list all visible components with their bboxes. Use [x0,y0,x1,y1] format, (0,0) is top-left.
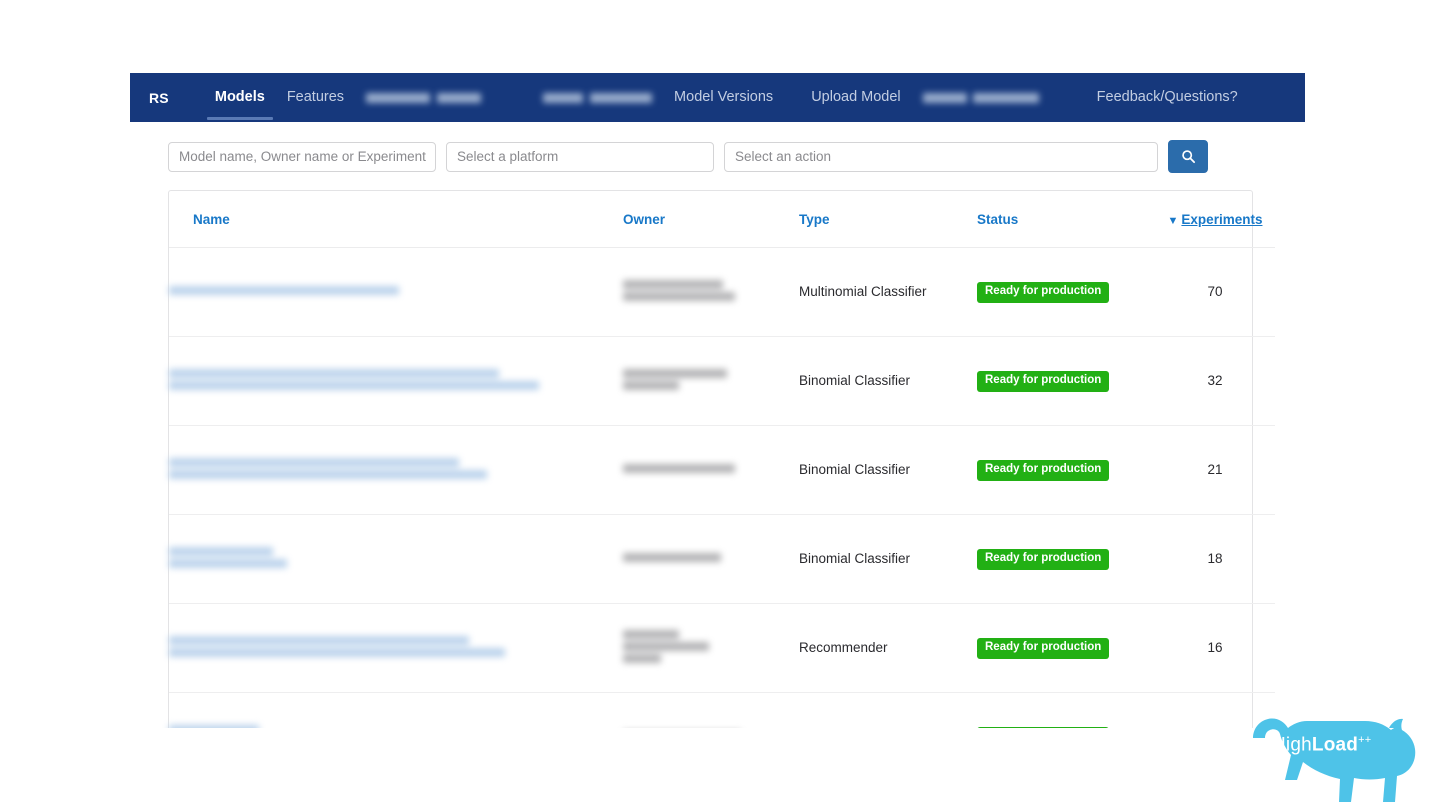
redacted-model-name [169,725,623,728]
models-table: Name Owner Type Status ▼ Experiments Mul… [169,191,1275,728]
logo-text-load: Load [1311,734,1359,756]
cell-model-name[interactable] [169,514,623,604]
redacted-label [543,92,584,103]
top-navigation-bar: RS Models Features Model Versions Upload… [130,73,1305,122]
status-badge: Ready for production [977,727,1110,728]
cell-owner [623,692,799,728]
table-header-row: Name Owner Type Status ▼ Experiments [169,191,1275,248]
redacted-label [972,92,1039,103]
table-header: Name Owner Type Status ▼ Experiments [169,191,1275,248]
table-row[interactable]: Binomial Classifier Ready for production… [169,425,1275,515]
table-row[interactable]: Recommender Ready for production 16 [169,603,1275,693]
column-header-experiments[interactable]: ▼ Experiments [1155,191,1275,248]
redacted-label [922,92,967,103]
nav-item-features[interactable]: Features [287,73,344,122]
table-row[interactable]: Binomial Classifier Ready for production… [169,514,1275,604]
redacted-model-name [169,369,623,390]
cell-model-name[interactable] [169,425,623,515]
redacted-model-name [169,458,623,479]
status-badge: Ready for production [977,371,1110,392]
nav-item-redacted-1[interactable] [366,73,482,122]
cell-owner [623,603,799,693]
column-header-name[interactable]: Name [169,191,623,248]
search-button[interactable] [1168,140,1208,173]
platform-select[interactable]: Select a platform [446,141,714,172]
redacted-label [437,92,482,103]
nav-item-redacted-3[interactable] [922,73,1039,122]
status-badge: Ready for production [977,638,1110,659]
cell-experiments[interactable]: 16 [1155,603,1275,693]
cell-owner [623,425,799,515]
redacted-owner [623,280,799,301]
search-icon [1181,149,1196,164]
highload-watermark: HighLoad++ [1239,712,1429,804]
cell-owner [623,336,799,426]
redacted-owner [623,553,799,562]
cell-type: Multinomial Classifier [799,247,977,337]
search-input[interactable]: Model name, Owner name or Experiment [168,141,436,172]
cell-status: Ready for production [977,425,1155,515]
cell-status: Ready for production [977,514,1155,604]
redacted-owner [623,630,799,663]
sort-desc-arrow-icon: ▼ [1167,215,1179,227]
cell-type: Binomial Classifier [799,514,977,604]
cell-type: Binomial Classifier [799,425,977,515]
models-table-card: Name Owner Type Status ▼ Experiments Mul… [168,190,1275,728]
redacted-label [366,92,431,103]
filter-bar: Model name, Owner name or Experiment Sel… [130,122,1305,173]
redacted-owner [623,369,799,390]
redacted-owner [623,464,799,473]
cell-experiments[interactable]: 32 [1155,336,1275,426]
cell-type: Recommender [799,603,977,693]
table-row[interactable]: Binomial Classifier Ready for production… [169,336,1275,426]
action-select[interactable]: Select an action [724,141,1158,172]
cell-status: Ready for production [977,336,1155,426]
brand-logo[interactable]: RS [149,90,169,106]
redacted-label [590,92,653,103]
cell-model-name[interactable] [169,692,623,728]
cell-status: Ready for production [977,247,1155,337]
table-body: Multinomial Classifier Ready for product… [169,247,1275,728]
redacted-model-name [169,547,623,568]
status-badge: Ready for production [977,460,1110,481]
cell-status: Ready for production [977,603,1155,693]
table-row[interactable]: Multinomial Classifier Ready for product… [169,247,1275,337]
column-header-experiments-label: Experiments [1181,212,1263,227]
nav-item-model-versions[interactable]: Model Versions [674,73,773,122]
cell-type: Binomial Classifier [799,692,977,728]
cell-type: Binomial Classifier [799,336,977,426]
nav-items: Models Features Model Versions Upload Mo… [206,73,1260,122]
column-header-status[interactable]: Status [977,191,1155,248]
cell-owner [623,514,799,604]
highload-wordmark: HighLoad++ [1272,734,1371,756]
logo-text-high: High [1272,734,1312,756]
nav-item-upload-model[interactable]: Upload Model [811,73,900,122]
cell-model-name[interactable] [169,247,623,337]
nav-item-redacted-2[interactable] [543,73,653,122]
bear-icon [1253,718,1416,802]
column-header-owner[interactable]: Owner [623,191,799,248]
app-window: RS Models Features Model Versions Upload… [130,73,1305,728]
status-badge: Ready for production [977,282,1110,303]
status-badge: Ready for production [977,549,1110,570]
cell-experiments[interactable]: 21 [1155,425,1275,515]
cell-experiments[interactable]: 70 [1155,247,1275,337]
redacted-model-name [169,286,623,295]
cell-model-name[interactable] [169,603,623,693]
cell-experiments[interactable]: 18 [1155,514,1275,604]
redacted-model-name [169,636,623,657]
nav-item-feedback[interactable]: Feedback/Questions? [1097,73,1238,122]
cell-model-name[interactable] [169,336,623,426]
logo-text-plusplus: ++ [1358,734,1372,746]
table-row[interactable]: Binomial Classifier Ready for production… [169,692,1275,728]
cell-status: Ready for production [977,692,1155,728]
column-header-type[interactable]: Type [799,191,977,248]
cell-owner [623,247,799,337]
nav-item-models[interactable]: Models [206,73,273,122]
